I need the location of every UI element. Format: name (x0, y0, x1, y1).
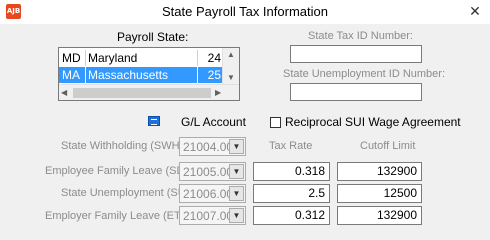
scroll-up-icon[interactable]: ▲ (223, 49, 239, 61)
ett-cutoff-field[interactable]: 132900 (337, 206, 422, 225)
scroll-left-icon[interactable]: ◀ (61, 86, 67, 100)
payroll-state-label: Payroll State: (117, 30, 189, 44)
chevron-down-icon[interactable]: ▼ (229, 186, 244, 201)
account-value: 21006.00 (183, 187, 234, 201)
window-title: State Payroll Tax Information (162, 4, 328, 19)
sui-cutoff-field[interactable]: 12500 (337, 184, 422, 203)
ett-label: Employer Family Leave (ETT) (45, 210, 192, 222)
tax-rate-header: Tax Rate (269, 140, 313, 152)
sdi-tax-rate-field[interactable]: 0.318 (253, 162, 330, 181)
state-row-massachusetts[interactable]: MA Massachusetts 25 (59, 67, 223, 83)
account-value: 21005.00 (183, 165, 234, 179)
sdi-label: Employee Family Leave (SDI) (45, 165, 192, 177)
state-code: MD (62, 51, 81, 65)
ett-account-select[interactable]: 21007.00 ▼ (179, 206, 246, 225)
state-number: 24 (207, 51, 221, 65)
chevron-down-icon[interactable]: ▼ (229, 164, 244, 179)
chevron-down-icon[interactable]: ▼ (229, 208, 244, 223)
state-unemployment-id-field[interactable] (290, 83, 422, 101)
state-name: Massachusetts (88, 68, 169, 82)
account-value: 21007.00 (183, 209, 234, 223)
scroll-thumb[interactable] (73, 88, 211, 98)
account-value: 21004.00 (183, 140, 234, 154)
title-bar: AJB State Payroll Tax Information ✕ (0, 0, 490, 24)
sui-label: State Unemployment (SUI) (61, 187, 193, 199)
state-payroll-tax-dialog: AJB State Payroll Tax Information ✕ Payr… (0, 0, 490, 231)
state-row-maryland[interactable]: MD Maryland 24 (59, 50, 223, 66)
swh-account-select[interactable]: 21004.00 ▼ (179, 137, 246, 156)
close-button[interactable]: ✕ (460, 0, 490, 24)
state-number: 25 (207, 68, 221, 82)
gl-account-lookup-icon[interactable] (148, 116, 160, 126)
state-tax-id-label: State Tax ID Number: (308, 30, 413, 42)
cutoff-limit-header: Cutoff Limit (360, 140, 416, 152)
scroll-right-icon[interactable]: ▶ (215, 86, 221, 100)
state-name: Maryland (88, 51, 138, 65)
gl-account-header: G/L Account (181, 115, 246, 129)
sui-tax-rate-field[interactable]: 2.5 (253, 184, 330, 203)
reciprocal-sui-label: Reciprocal SUI Wage Agreement (285, 115, 461, 129)
ett-tax-rate-field[interactable]: 0.312 (253, 206, 330, 225)
reciprocal-sui-checkbox[interactable] (270, 117, 281, 128)
sui-account-select[interactable]: 21006.00 ▼ (179, 184, 246, 203)
sdi-cutoff-field[interactable]: 132900 (337, 162, 422, 181)
close-icon: ✕ (469, 3, 481, 19)
swh-label: State Withholding (SWH) (61, 140, 184, 152)
scroll-down-icon[interactable]: ▼ (223, 72, 239, 84)
horizontal-scrollbar[interactable]: ◀ ▶ (59, 84, 239, 100)
state-tax-id-field[interactable] (290, 45, 422, 63)
sdi-account-select[interactable]: 21005.00 ▼ (179, 162, 246, 181)
chevron-down-icon[interactable]: ▼ (229, 139, 244, 154)
state-code: MA (62, 68, 80, 82)
state-unemployment-id-label: State Unemployment ID Number: (283, 68, 446, 80)
payroll-state-list[interactable]: MD Maryland 24 MA Massachusetts 25 ▲ ▼ ◀… (58, 47, 240, 101)
vertical-scrollbar[interactable]: ▲ ▼ (222, 48, 239, 85)
